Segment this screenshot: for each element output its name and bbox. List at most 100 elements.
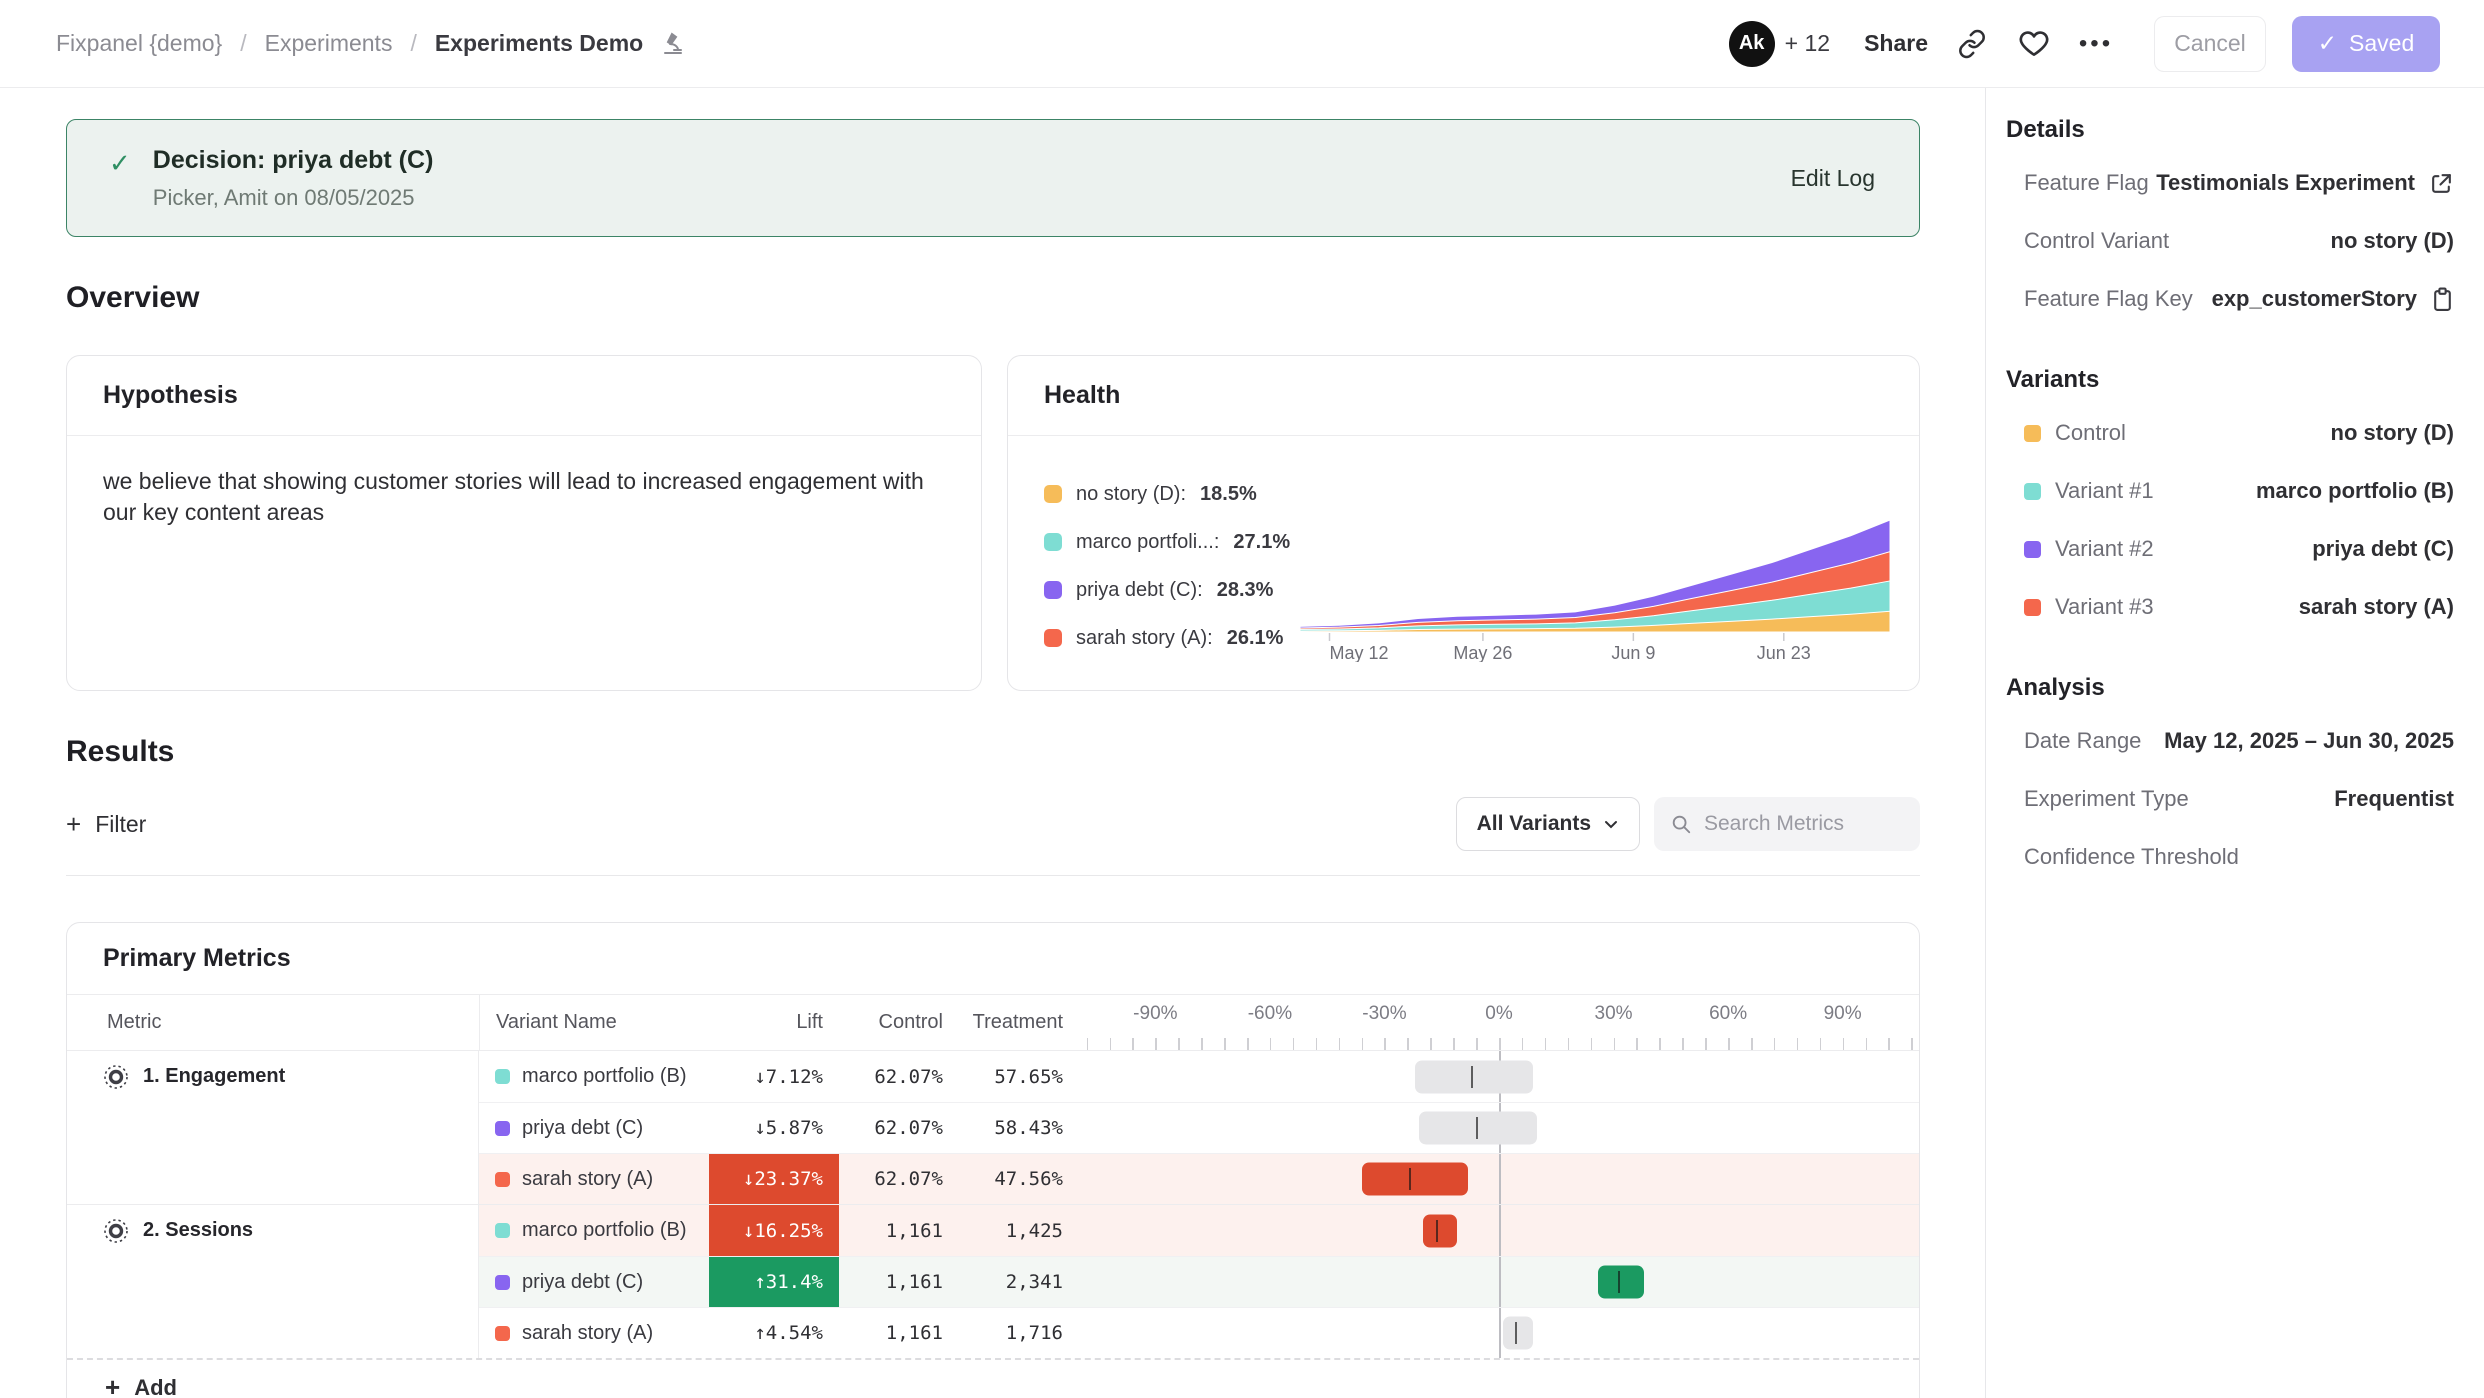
- metric-name-cell[interactable]: 1. Engagement: [67, 1051, 479, 1102]
- confidence-interval-cell: [1079, 1307, 1919, 1358]
- treatment-value-cell: 47.56%: [959, 1153, 1079, 1204]
- results-toolbar: + Filter All Variants: [66, 797, 1920, 851]
- sidebar-row: Control Variantno story (D): [2006, 212, 2454, 270]
- edit-log-button[interactable]: Edit Log: [1791, 165, 1875, 192]
- x-axis-label: Jun 23: [1757, 643, 1811, 662]
- primary-metrics-card: Primary Metrics Metric Variant Name Lift…: [66, 922, 1920, 1398]
- sidebar-row: Feature Flag Key exp_customerStory: [2006, 270, 2454, 328]
- health-legend-item: sarah story (A): 26.1%: [1044, 614, 1295, 662]
- sidebar-row-label: Variant #1: [2024, 478, 2154, 504]
- sidebar-row: Control no story (D): [2006, 404, 2454, 462]
- lift-axis-tick-label: 90%: [1824, 1003, 1862, 1025]
- hypothesis-text: we believe that showing customer stories…: [67, 436, 981, 558]
- lift-value-cell: ↓23.37%: [709, 1153, 839, 1204]
- search-icon: [1670, 813, 1692, 835]
- sidebar-row-label: Control Variant: [2024, 228, 2169, 254]
- saved-button[interactable]: ✓ Saved: [2292, 16, 2440, 72]
- health-area-chart: May 12May 26Jun 9Jun 23: [1295, 502, 1895, 662]
- health-chart: May 12May 26Jun 9Jun 23: [1295, 454, 1895, 662]
- variant-swatch: [495, 1069, 510, 1084]
- lift-axis-minor-tick: [1430, 1038, 1432, 1050]
- lift-value-cell: ↓16.25%: [709, 1205, 839, 1256]
- avatar[interactable]: Ak: [1729, 21, 1775, 67]
- metric-target-icon: [103, 1064, 129, 1090]
- metric-name-cell-empty: [67, 1307, 479, 1358]
- confidence-interval-cell: [1079, 1153, 1919, 1204]
- variant-cell[interactable]: priya debt (C): [479, 1256, 709, 1307]
- breadcrumb-item[interactable]: Fixpanel {demo}: [56, 30, 222, 57]
- overview-heading: Overview: [66, 281, 1920, 315]
- column-header-variant: Variant Name: [479, 995, 709, 1050]
- variant-cell[interactable]: sarah story (A): [479, 1153, 709, 1204]
- microscope-icon: [661, 31, 685, 57]
- decision-subtitle: Picker, Amit on 08/05/2025: [153, 185, 434, 211]
- sidebar-row-value: no story (D): [2331, 420, 2454, 446]
- lift-axis-minor-tick: [1820, 1038, 1822, 1050]
- plus-icon: +: [66, 809, 81, 840]
- variant-cell[interactable]: priya debt (C): [479, 1102, 709, 1153]
- lift-axis-minor-tick: [1659, 1038, 1661, 1050]
- lift-axis-minor-tick: [1316, 1038, 1318, 1050]
- ci-mean-tick: [1476, 1117, 1478, 1139]
- hypothesis-card-title: Hypothesis: [67, 356, 981, 436]
- sidebar-section-details: DetailsFeature FlagTestimonials Experime…: [2006, 116, 2454, 328]
- search-metrics-input[interactable]: [1704, 812, 1894, 836]
- breadcrumb-separator: /: [240, 30, 246, 57]
- zero-axis-line: [1499, 1257, 1501, 1307]
- breadcrumb-separator: /: [410, 30, 416, 57]
- sidebar-row-value: Frequentist: [2334, 786, 2454, 812]
- link-icon[interactable]: [1954, 26, 1990, 62]
- sidebar-row-label: Feature Flag Key: [2024, 286, 2193, 312]
- sidebar-row-value: exp_customerStory: [2212, 286, 2417, 312]
- external-link-icon[interactable]: [2429, 171, 2454, 196]
- add-label: Add: [134, 1375, 177, 1398]
- metric-name-cell[interactable]: 2. Sessions: [67, 1205, 479, 1256]
- legend-swatch: [1044, 533, 1062, 551]
- confidence-interval-bar: [1415, 1060, 1533, 1093]
- sidebar-row-value: Testimonials Experiment: [2156, 170, 2415, 196]
- control-value-cell: 1,161: [839, 1307, 959, 1358]
- metric-name-cell-empty: [67, 1153, 479, 1204]
- variant-name: priya debt (C): [522, 1271, 643, 1294]
- top-bar-actions: Ak + 12 Share ••• Cancel ✓ Saved: [1729, 16, 2440, 72]
- variant-cell[interactable]: marco portfolio (B): [479, 1051, 709, 1102]
- metrics-search[interactable]: [1654, 797, 1920, 851]
- treatment-value-cell: 58.43%: [959, 1102, 1079, 1153]
- heart-icon[interactable]: [2016, 26, 2052, 62]
- confidence-interval-bar: [1362, 1163, 1469, 1196]
- add-filter-button[interactable]: + Filter: [66, 809, 146, 840]
- share-button[interactable]: Share: [1864, 30, 1928, 57]
- lift-value-cell: ↑31.4%: [709, 1256, 839, 1307]
- variant-swatch: [495, 1326, 510, 1341]
- decision-banner: ✓ Decision: priya debt (C) Picker, Amit …: [66, 119, 1920, 237]
- breadcrumb-item[interactable]: Experiments: [265, 30, 393, 57]
- metric-name-cell-empty: [67, 1256, 479, 1307]
- more-options-icon[interactable]: •••: [2078, 26, 2114, 62]
- sidebar-section-variants: VariantsControlno story (D)Variant #1mar…: [2006, 366, 2454, 636]
- ci-mean-tick: [1471, 1066, 1473, 1088]
- control-value-cell: 62.07%: [839, 1153, 959, 1204]
- control-value-cell: 62.07%: [839, 1102, 959, 1153]
- lift-axis-minor-tick: [1178, 1038, 1180, 1050]
- clipboard-icon[interactable]: [2431, 287, 2454, 312]
- results-divider: [66, 875, 1920, 876]
- variant-cell[interactable]: sarah story (A): [479, 1307, 709, 1358]
- main-content: ✓ Decision: priya debt (C) Picker, Amit …: [0, 88, 1985, 1398]
- sidebar-row-label-text: Control: [2055, 420, 2126, 446]
- sidebar-row: Experiment TypeFrequentist: [2006, 770, 2454, 828]
- sidebar-section-heading: Analysis: [2006, 674, 2454, 702]
- ci-mean-tick: [1515, 1322, 1517, 1344]
- lift-axis-minor-tick: [1362, 1038, 1364, 1050]
- column-header-treatment: Treatment: [959, 995, 1079, 1050]
- sidebar-row-label-text: Variant #2: [2055, 536, 2154, 562]
- results-heading: Results: [66, 735, 1920, 769]
- zero-axis-line: [1499, 1154, 1501, 1204]
- treatment-value-cell: 1,425: [959, 1205, 1079, 1256]
- add-metric-button[interactable]: + Add: [67, 1358, 1919, 1398]
- variants-filter-dropdown[interactable]: All Variants: [1456, 797, 1640, 851]
- confidence-interval-bar: [1598, 1266, 1644, 1299]
- cancel-button[interactable]: Cancel: [2154, 16, 2266, 72]
- lift-axis-minor-tick: [1132, 1038, 1134, 1050]
- variant-cell[interactable]: marco portfolio (B): [479, 1205, 709, 1256]
- collaborators-count[interactable]: + 12: [1785, 30, 1830, 57]
